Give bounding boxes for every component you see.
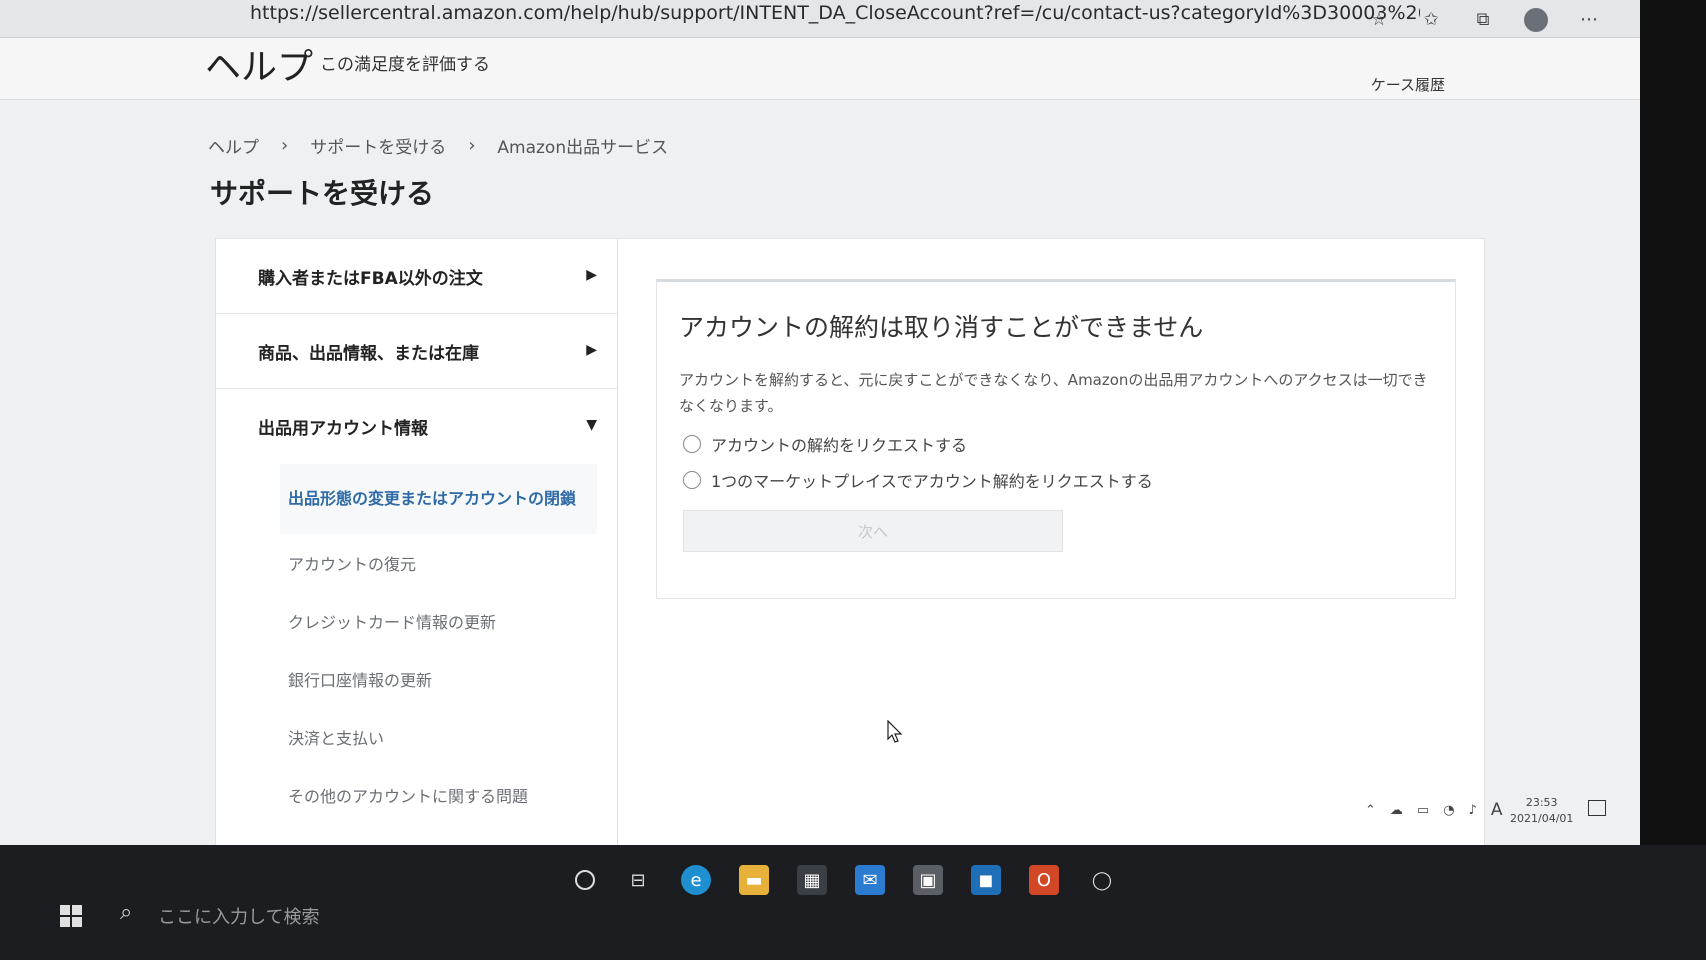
option-label: アカウントの解約をリクエストする [711,436,968,455]
blue-app-icon[interactable]: ◼ [971,865,1001,895]
rate-satisfaction-link[interactable]: この満足度を評価する [320,50,490,75]
option-label: 1つのマーケットプレイスでアカウント解約をリクエストする [711,472,1153,491]
case-history-link[interactable]: ケース履歴 [1371,74,1445,95]
category-label: 商品、出品情報、または在庫 [258,343,479,364]
battery-icon[interactable]: ▭ [1417,803,1429,818]
option-request-closure[interactable]: アカウントの解約をリクエストする [683,432,967,456]
breadcrumb-help[interactable]: ヘルプ [208,133,259,158]
subitem-restore-account[interactable]: アカウントの復元 [288,534,617,592]
chat-app-icon[interactable]: ◯ [1087,865,1117,895]
edge-browser-icon[interactable]: e [681,865,711,895]
taskbar: ⌕ ここに入力して検索 ⊟ e ▬ ▦ ✉ ▣ ◼ O ◯ [0,845,1706,960]
account-subitems: 出品形態の変更またはアカウントの閉鎖 アカウントの復元 クレジットカード情報の更… [216,464,617,882]
collapse-arrow-icon: ▼ [586,417,597,433]
taskbar-apps: ⊟ e ▬ ▦ ✉ ▣ ◼ O ◯ [575,865,1117,895]
radio-button[interactable] [683,435,701,453]
cortana-icon[interactable] [575,870,595,890]
help-header: ヘルプ この満足度を評価する ケース履歴 [0,38,1640,100]
url-field[interactable]: https://sellercentral.amazon.com/help/hu… [250,2,1420,24]
card-description: アカウントを解約すると、元に戻すことができなくなり、Amazonの出品用アカウン… [679,371,1428,415]
radio-button[interactable] [683,471,701,489]
category-orders[interactable]: 購入者またはFBA以外の注文 ▶ [216,239,617,314]
help-logo[interactable]: ヘルプ [205,38,313,90]
wifi-icon[interactable]: ◔ [1443,803,1454,818]
chevron-right-icon: › [468,135,476,156]
expand-arrow-icon: ▶ [586,342,597,358]
breadcrumb-get-support[interactable]: サポートを受ける [310,133,446,158]
page-title: サポートを受ける [210,177,435,210]
chevron-up-icon[interactable]: ⌃ [1365,803,1376,818]
browser-address-bar: https://sellercentral.amazon.com/help/hu… [0,0,1640,38]
card-title: アカウントの解約は取り消すことができません [679,313,1204,342]
subitem-payments[interactable]: 決済と支払い [288,708,617,766]
option-request-marketplace-closure[interactable]: 1つのマーケットプレイスでアカウント解約をリクエストする [683,468,1153,492]
search-icon[interactable]: ⌕ [120,900,132,925]
system-tray: ⌃ ☁ ▭ ◔ ♪ A [1365,800,1502,820]
profile-avatar[interactable] [1524,8,1548,32]
subitem-update-credit-card[interactable]: クレジットカード情報の更新 [288,592,617,650]
browser-toolbar: ☆ ✩ ⧉ ⋯ [1368,8,1600,32]
category-sidebar: 購入者またはFBA以外の注文 ▶ 商品、出品情報、または在庫 ▶ 出品用アカウン… [216,239,618,920]
cloud-icon[interactable]: ☁ [1390,803,1403,818]
store-icon[interactable]: ▦ [797,865,827,895]
windows-start-icon[interactable] [60,905,82,927]
file-explorer-icon[interactable]: ▬ [739,865,769,895]
chevron-right-icon: › [281,135,289,156]
category-products[interactable]: 商品、出品情報、または在庫 ▶ [216,314,617,389]
app-icon[interactable]: ▣ [913,865,943,895]
subitem-update-bank-account[interactable]: 銀行口座情報の更新 [288,650,617,708]
expand-arrow-icon: ▶ [586,267,597,283]
mail-icon[interactable]: ✉ [855,865,885,895]
close-account-card: アカウントの解約は取り消すことができません アカウントを解約すると、元に戻すこと… [656,279,1456,599]
add-favorite-icon[interactable]: ☆ [1368,8,1390,30]
collections-icon[interactable]: ⧉ [1472,8,1494,30]
category-label: 出品用アカウント情報 [258,419,428,439]
office-icon[interactable]: O [1029,865,1059,895]
breadcrumb-amazon-selling: Amazon出品サービス [497,138,669,158]
breadcrumb: ヘルプ › サポートを受ける › Amazon出品サービス [208,133,668,158]
notification-icon[interactable] [1588,800,1606,816]
clock[interactable]: 23:53 2021/04/01 [1510,795,1573,827]
screen: https://sellercentral.amazon.com/help/hu… [0,0,1640,920]
more-menu-icon[interactable]: ⋯ [1578,8,1600,30]
mouse-cursor-icon [887,720,903,743]
ime-indicator[interactable]: A [1491,800,1503,820]
subitem-close-account[interactable]: 出品形態の変更またはアカウントの閉鎖 [280,464,597,534]
clock-time: 23:53 [1525,796,1558,809]
taskbar-search-input[interactable]: ここに入力して検索 [158,903,319,929]
category-account-info[interactable]: 出品用アカウント情報 ▼ [216,389,617,464]
support-panel: 購入者またはFBA以外の注文 ▶ 商品、出品情報、または在庫 ▶ 出品用アカウン… [215,238,1485,920]
volume-icon[interactable]: ♪ [1469,803,1477,818]
favorites-icon[interactable]: ✩ [1420,8,1442,30]
next-button[interactable]: 次へ [683,510,1063,552]
category-label: 購入者またはFBA以外の注文 [258,268,483,289]
task-view-icon[interactable]: ⊟ [623,865,653,895]
clock-date: 2021/04/01 [1510,812,1574,825]
subitem-other-account-issues[interactable]: その他のアカウントに関する問題 [288,766,617,824]
